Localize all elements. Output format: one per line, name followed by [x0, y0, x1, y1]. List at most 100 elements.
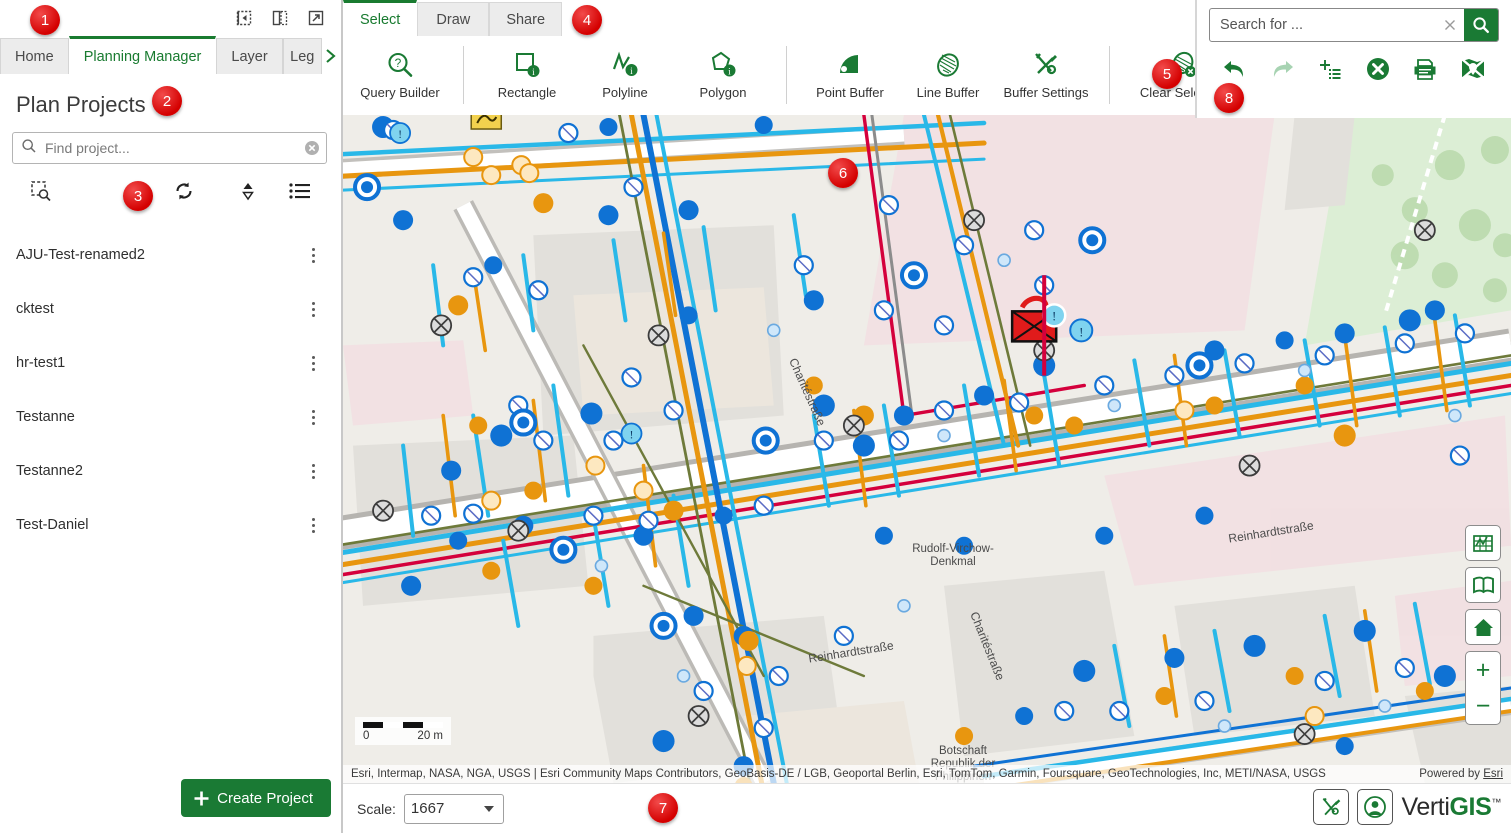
zoom-out-icon[interactable]: − — [1466, 688, 1500, 724]
home-extent-icon[interactable] — [1465, 609, 1501, 645]
map-view[interactable]: ! ! ! ! Rudolf-Virchow- Denkmal Botschaf… — [343, 115, 1511, 783]
polyline-select-button[interactable]: i Polyline — [576, 40, 674, 110]
annotation-badge-6: 6 — [828, 158, 858, 188]
rectangle-select-button[interactable]: i Rectangle — [478, 40, 576, 110]
create-project-button[interactable]: Create Project — [181, 779, 331, 817]
brand-tm: ™ — [1491, 797, 1501, 809]
left-panel-tabs: Home Planning Manager Layer Leg — [0, 36, 341, 74]
left-panel-footer: Create Project — [0, 763, 341, 833]
redo-icon[interactable] — [1265, 52, 1299, 86]
polyline-select-icon: i — [610, 50, 640, 80]
buffer-settings-button[interactable]: Buffer Settings — [997, 40, 1095, 110]
rectangle-select-icon: i — [512, 50, 542, 80]
project-list[interactable]: AJU-Test-renamed2 cktest hr-test1 Testan… — [0, 218, 341, 763]
user-account-icon[interactable] — [1357, 789, 1394, 825]
map-canvas[interactable]: ! ! ! ! — [343, 115, 1511, 783]
bottom-bar: Scale: 1667 2500 5000 10000 25000 — [343, 783, 1511, 833]
project-name: hr-test1 — [16, 355, 66, 371]
annotation-badge-5: 5 — [1152, 59, 1182, 89]
find-project-search[interactable] — [12, 132, 327, 164]
bookmarks-icon[interactable] — [1465, 567, 1501, 603]
print-icon[interactable] — [1408, 52, 1442, 86]
search-toolbar — [1197, 42, 1511, 88]
list-item[interactable]: AJU-Test-renamed2 — [0, 228, 341, 282]
project-menu-icon[interactable] — [308, 244, 319, 267]
svg-text:?: ? — [395, 56, 402, 70]
annotation-badge-7: 7 — [648, 793, 678, 823]
list-item[interactable]: hr-test1 — [0, 336, 341, 390]
tab-share[interactable]: Share — [489, 2, 563, 36]
refresh-icon[interactable] — [169, 176, 199, 206]
add-to-list-icon[interactable] — [1313, 52, 1347, 86]
ribbon-group-shapes: i Rectangle i Polyline i Polygon — [470, 36, 780, 114]
ribbon-separator — [463, 46, 464, 104]
tab-layer[interactable]: Layer — [216, 38, 283, 74]
close-icon[interactable] — [1436, 17, 1464, 33]
svg-text:!: ! — [1079, 324, 1083, 339]
attribution-powered-by: Powered by Esri — [1409, 768, 1503, 780]
query-builder-button[interactable]: ? Query Builder — [351, 40, 449, 110]
project-name: Test-Daniel — [16, 517, 89, 533]
project-list-toolbar — [0, 164, 341, 218]
scale-select[interactable]: 1667 2500 5000 10000 25000 — [403, 793, 504, 824]
tab-planning-manager[interactable]: Planning Manager — [68, 36, 217, 74]
project-menu-icon[interactable] — [308, 514, 319, 537]
list-item[interactable]: Test-Daniel — [0, 498, 341, 552]
list-view-icon[interactable] — [285, 176, 315, 206]
polygon-select-label: Polygon — [699, 85, 747, 100]
clear-map-markers-icon[interactable] — [1456, 52, 1490, 86]
scale-bar-min: 0 — [363, 730, 370, 742]
map-tools-icon[interactable] — [1313, 789, 1350, 825]
clear-results-icon[interactable] — [1361, 52, 1395, 86]
list-item[interactable]: cktest — [0, 282, 341, 336]
polygon-select-button[interactable]: i Polygon — [674, 40, 772, 110]
project-name: Testanne2 — [16, 463, 83, 479]
list-item[interactable]: Testanne — [0, 390, 341, 444]
ribbon-group-query: ? Query Builder — [343, 36, 457, 114]
project-menu-icon[interactable] — [308, 352, 319, 375]
brand-logo: VertiGIS™ — [1401, 793, 1501, 822]
tab-home[interactable]: Home — [0, 38, 69, 74]
attribution-text: Esri, Intermap, NASA, NGA, USGS | Esri C… — [351, 768, 1326, 780]
esri-link[interactable]: Esri — [1483, 768, 1503, 780]
scale-bar-graphic — [363, 722, 443, 728]
line-buffer-button[interactable]: Line Buffer — [899, 40, 997, 110]
clear-circle-icon[interactable] — [304, 140, 320, 156]
svg-text:i: i — [532, 68, 535, 78]
sort-icon[interactable] — [233, 176, 263, 206]
point-buffer-button[interactable]: Point Buffer — [801, 40, 899, 110]
svg-text:!: ! — [629, 428, 633, 442]
tab-draw[interactable]: Draw — [417, 2, 490, 36]
project-menu-icon[interactable] — [308, 460, 319, 483]
pop-out-icon[interactable] — [305, 7, 327, 29]
svg-text:i: i — [630, 67, 633, 77]
brand-area: VertiGIS™ — [1313, 789, 1501, 825]
search-input[interactable] — [37, 140, 304, 156]
brand-prefix: Verti — [1401, 792, 1450, 821]
zoom-controls: + − — [1465, 651, 1501, 725]
tab-select[interactable]: Select — [343, 0, 418, 36]
search-icon[interactable] — [1464, 9, 1498, 41]
zoom-in-icon[interactable]: + — [1466, 652, 1500, 688]
select-by-rectangle-icon[interactable] — [26, 176, 56, 206]
global-search-input[interactable] — [1210, 17, 1436, 33]
polygon-select-icon: i — [708, 50, 738, 80]
project-menu-icon[interactable] — [308, 298, 319, 321]
svg-text:!: ! — [398, 127, 402, 141]
search-icon — [21, 138, 37, 159]
point-buffer-label: Point Buffer — [816, 85, 884, 100]
basemap-gallery-icon[interactable] — [1465, 525, 1501, 561]
global-search[interactable] — [1209, 8, 1499, 42]
list-item[interactable]: Testanne2 — [0, 444, 341, 498]
split-panel-icon[interactable] — [269, 7, 291, 29]
undo-icon[interactable] — [1218, 52, 1252, 86]
chevron-right-icon[interactable] — [322, 38, 341, 74]
dock-left-icon[interactable] — [233, 7, 255, 29]
project-menu-icon[interactable] — [308, 406, 319, 429]
tab-legend[interactable]: Leg — [282, 38, 322, 74]
map-attribution: Esri, Intermap, NASA, NGA, USGS | Esri C… — [343, 765, 1511, 783]
ribbon-separator — [1109, 46, 1110, 104]
project-name: AJU-Test-renamed2 — [16, 247, 145, 263]
annotation-badge-2: 2 — [152, 86, 182, 116]
buffer-settings-icon — [1031, 50, 1061, 80]
